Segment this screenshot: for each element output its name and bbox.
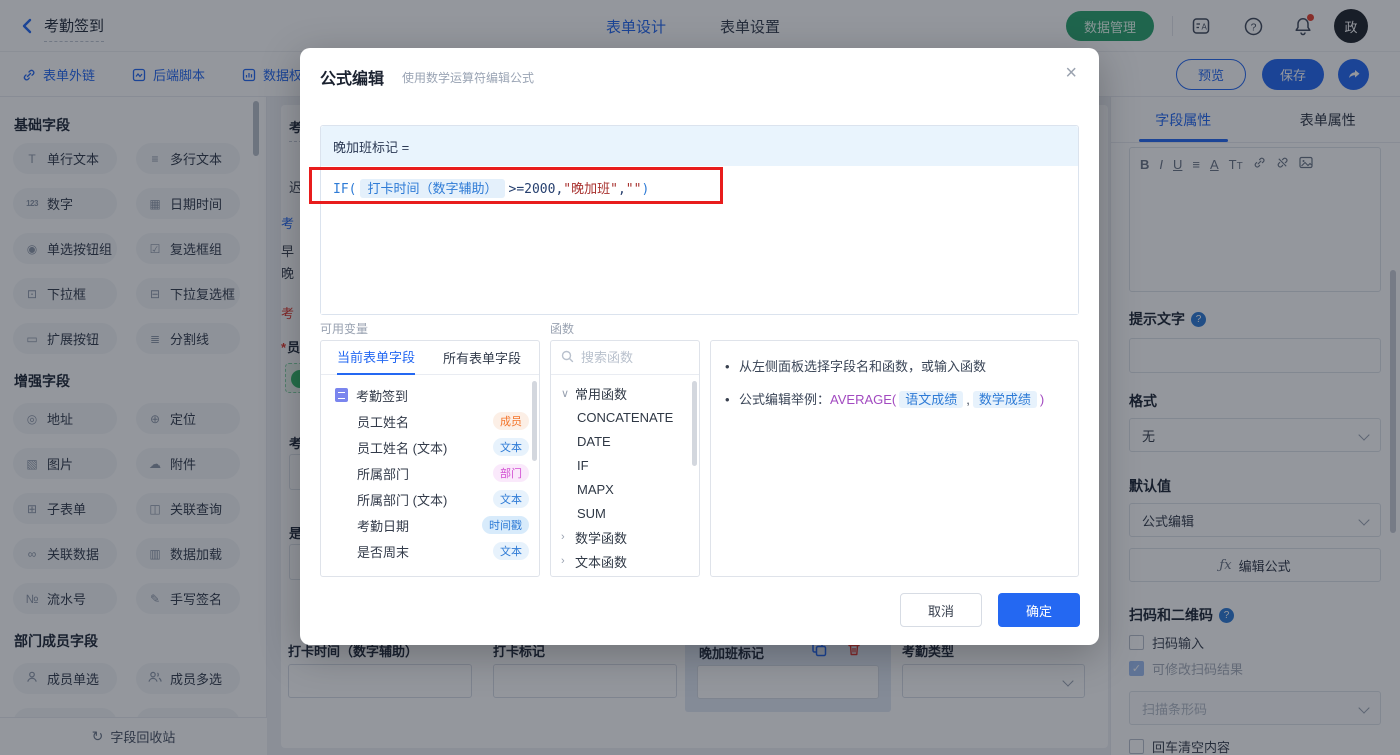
search-icon: [561, 350, 574, 366]
chevron-closed-icon: ›: [561, 531, 565, 543]
formula-close-paren: ): [641, 182, 650, 197]
dialog-subtitle: 使用数学运算符编辑公式: [402, 71, 535, 85]
tip-text: 从左侧面板选择字段名和函数，或输入函数: [739, 359, 987, 374]
formula-operator: >=2000,: [508, 182, 564, 197]
example-comma: ,: [966, 392, 970, 407]
variable-row[interactable]: 是否周末 文本: [321, 538, 539, 564]
formula-target: 晚加班标记 =: [321, 126, 1078, 166]
formula-editor-dialog: 公式编辑 使用数学运算符编辑公式 × 晚加班标记 = IF(打卡时间（数字辅助）…: [300, 48, 1099, 645]
function-group-text[interactable]: › 文本函数: [551, 549, 699, 573]
bullet: •: [725, 359, 730, 374]
example-close-paren: ): [1039, 392, 1045, 407]
functions-scrollbar[interactable]: [692, 381, 697, 466]
type-badge: 时间戳: [482, 516, 529, 534]
function-search-input[interactable]: [581, 350, 681, 365]
type-badge: 文本: [493, 438, 529, 456]
form-doc-icon: [335, 388, 348, 402]
variable-name: 所属部门 (文本): [357, 492, 448, 508]
formula-string: "": [625, 182, 642, 197]
function-item[interactable]: CONCATENATE: [551, 405, 699, 429]
cancel-button[interactable]: 取消: [900, 593, 982, 627]
function-item[interactable]: MAPX: [551, 477, 699, 501]
variable-row[interactable]: 所属部门 (文本) 文本: [321, 486, 539, 512]
chevron-open-icon: ∨: [561, 387, 570, 400]
function-item[interactable]: IF: [551, 453, 699, 477]
type-badge: 文本: [493, 542, 529, 560]
app-window: 考勤签到 表单设计 表单设置 数据管理 A ? 政 表单外链 后端脚本 数据权限…: [0, 0, 1400, 755]
example-field-token: 语文成绩: [899, 391, 964, 408]
variable-name: 员工姓名 (文本): [357, 440, 448, 456]
function-search[interactable]: [551, 341, 699, 375]
dialog-title: 公式编辑: [320, 71, 385, 88]
functions-list: ∨ 常用函数 CONCATENATE DATE IF MAPX SUM › 数学函数…: [551, 375, 699, 576]
variable-name: 是否周末: [357, 544, 410, 560]
variables-scrollbar[interactable]: [532, 381, 537, 461]
variable-row[interactable]: 员工姓名 (文本) 文本: [321, 434, 539, 460]
variables-list: 考勤签到 员工姓名 成员 员工姓名 (文本) 文本 所属部门 部门 所属部门 (文本)…: [321, 375, 539, 571]
variable-row[interactable]: 考勤日期 时间戳: [321, 512, 539, 538]
example-field-token: 数学成绩: [972, 391, 1037, 408]
close-icon[interactable]: ×: [1065, 62, 1077, 85]
formula-comma: ,: [617, 182, 626, 197]
function-item[interactable]: DATE: [551, 429, 699, 453]
group-label: 文本函数: [575, 554, 628, 570]
functions-panel: ∨ 常用函数 CONCATENATE DATE IF MAPX SUM › 数学函数…: [550, 340, 700, 577]
formula-function: IF(: [333, 182, 357, 197]
function-item[interactable]: SUM: [551, 501, 699, 525]
variable-name: 员工姓名: [357, 414, 410, 430]
group-label: 数学函数: [575, 530, 628, 546]
group-label: 常用函数: [575, 386, 628, 402]
formula-string: "晚加班": [563, 182, 618, 197]
example-label: 公式编辑举例：: [739, 392, 831, 407]
functions-label: 函数: [550, 322, 575, 336]
variable-name: 所属部门: [357, 466, 410, 482]
formula-field-token[interactable]: 打卡时间（数字辅助）: [360, 179, 505, 198]
formula-editor-area[interactable]: IF(打卡时间（数字辅助） >=2000,"晚加班",""): [321, 166, 1078, 314]
function-group-common[interactable]: ∨ 常用函数: [551, 381, 699, 405]
function-group-math[interactable]: › 数学函数: [551, 525, 699, 549]
formula-block: 晚加班标记 = IF(打卡时间（数字辅助） >=2000,"晚加班",""): [320, 125, 1079, 315]
chevron-closed-icon: ›: [561, 555, 565, 567]
tab-all-form-fields[interactable]: 所有表单字段: [443, 348, 521, 367]
tip-text: 公式编辑举例：AVERAGE(语文成绩, 数学成绩): [739, 390, 1044, 410]
variables-panel: 当前表单字段 所有表单字段 考勤签到 员工姓名 成员 员工姓名 (文本) 文本 所属…: [320, 340, 540, 577]
variable-name: 考勤日期: [357, 518, 410, 534]
bullet: •: [725, 392, 730, 407]
help-tip: • 从左侧面板选择字段名和函数，或输入函数: [725, 357, 1064, 377]
tab-current-form-fields[interactable]: 当前表单字段: [337, 341, 416, 375]
variable-row[interactable]: 所属部门 部门: [321, 460, 539, 486]
form-node[interactable]: 考勤签到: [321, 382, 539, 408]
type-badge: 文本: [493, 490, 529, 508]
help-example: • 公式编辑举例：AVERAGE(语文成绩, 数学成绩): [725, 390, 1064, 410]
help-panel: • 从左侧面板选择字段名和函数，或输入函数 • 公式编辑举例：AVERAGE(语文成…: [710, 340, 1079, 577]
type-badge: 部门: [493, 464, 529, 482]
variable-row[interactable]: 员工姓名 成员: [321, 408, 539, 434]
type-badge: 成员: [493, 412, 529, 430]
variables-label: 可用变量: [320, 322, 369, 336]
example-function: AVERAGE(: [830, 392, 897, 407]
form-name: 考勤签到: [356, 388, 409, 404]
confirm-button[interactable]: 确定: [998, 593, 1080, 627]
variables-tabs: 当前表单字段 所有表单字段: [321, 341, 539, 375]
